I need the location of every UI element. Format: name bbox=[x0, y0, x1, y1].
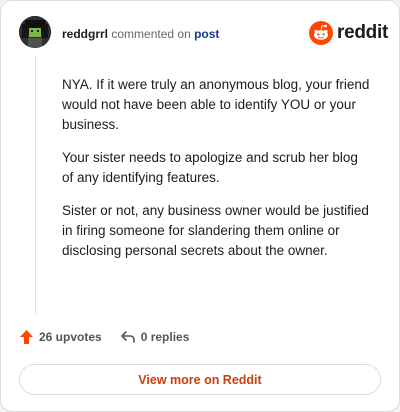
reddit-logo-icon bbox=[309, 21, 333, 45]
upvote-count: 26 upvotes bbox=[39, 330, 102, 344]
comment-paragraph: Sister or not, any business owner would … bbox=[62, 203, 369, 258]
reddit-logo-text: reddit bbox=[337, 22, 388, 43]
avatar[interactable] bbox=[19, 16, 51, 48]
action-text: commented on bbox=[111, 27, 191, 41]
reddit-logo[interactable]: reddit bbox=[309, 21, 388, 45]
comment-header: reddgrrl commented on post bbox=[62, 27, 219, 41]
comment-paragraph: Your sister needs to apologize and scrub… bbox=[62, 150, 358, 185]
comment-actions: 26 upvotes 0 replies bbox=[19, 329, 189, 345]
upvote-button[interactable]: 26 upvotes bbox=[19, 329, 102, 345]
view-more-button[interactable]: View more on Reddit bbox=[19, 364, 381, 395]
thread-line bbox=[35, 56, 36, 314]
comment-card: reddgrrl commented on post reddit NYA. I… bbox=[0, 0, 400, 412]
reply-arrow-icon bbox=[120, 331, 135, 343]
comment-body: NYA. If it were truly an anonymous blog,… bbox=[62, 75, 372, 274]
upvote-arrow-icon bbox=[20, 330, 33, 344]
comment-paragraph: NYA. If it were truly an anonymous blog,… bbox=[62, 77, 370, 132]
reply-count: 0 replies bbox=[140, 330, 190, 344]
username[interactable]: reddgrrl bbox=[62, 27, 108, 41]
post-link[interactable]: post bbox=[194, 27, 219, 41]
reply-button[interactable]: 0 replies bbox=[120, 330, 190, 344]
